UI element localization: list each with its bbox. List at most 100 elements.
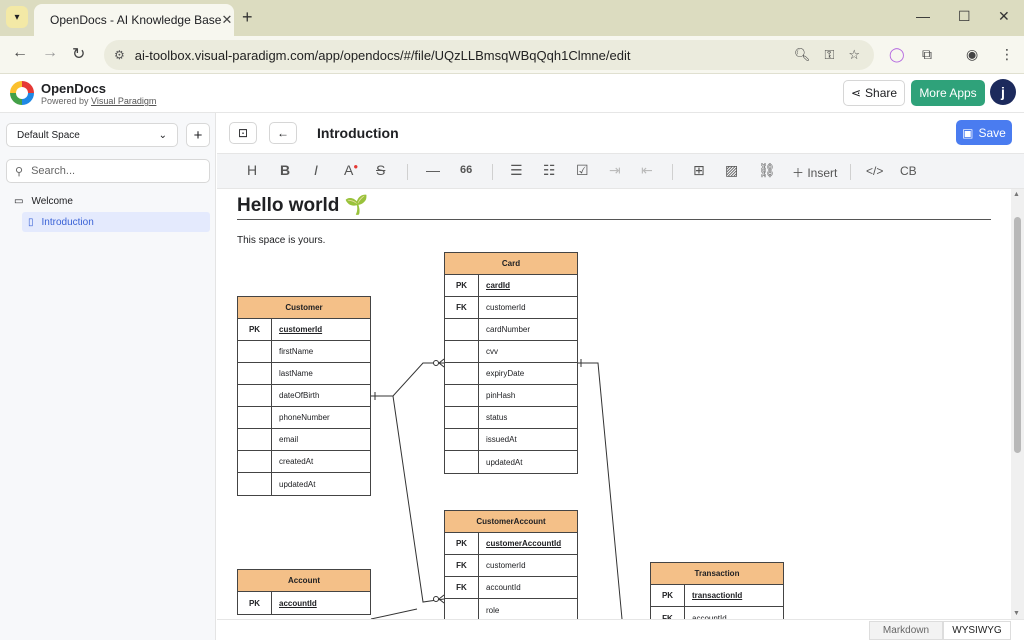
customer-card-relationship — [371, 362, 444, 397]
row-key — [238, 363, 272, 384]
close-tab-icon[interactable]: ✕ — [221, 12, 232, 28]
vertical-scrollbar[interactable]: ▲ ▼ — [1011, 189, 1024, 619]
forward-button[interactable]: → — [42, 44, 58, 62]
extensions-puzzle-icon[interactable]: ⧉ — [922, 46, 932, 63]
share-button[interactable]: ⋖ Share — [843, 80, 905, 106]
row-field: status — [486, 413, 508, 422]
document-icon: ▯ — [28, 216, 34, 228]
wysiwyg-mode-button[interactable]: WYSIWYG — [943, 621, 1011, 640]
back-button[interactable]: ← — [269, 122, 297, 144]
row-field: issuedAt — [486, 435, 517, 444]
sidebar-item-introduction[interactable]: ▯ Introduction — [22, 212, 210, 232]
reload-button[interactable]: ↻ — [72, 44, 85, 64]
formatting-toolbar: H B I A● S — 66 ☰ ☷ ☑ ⇥ ⇤ ⊞ ▨ ⛓ ＋ Insert… — [217, 153, 1024, 189]
sidebar: Default Space ⌄ + ⚲ Search... ▭ Welcome … — [0, 113, 216, 640]
strikethrough-button[interactable]: S — [376, 162, 385, 178]
row-key: PK — [445, 533, 479, 554]
scroll-up-icon[interactable]: ▲ — [1013, 191, 1020, 198]
row-field: createdAt — [279, 457, 314, 466]
extension-icon[interactable]: ◯ — [889, 46, 905, 63]
text-color-button[interactable]: A● — [344, 162, 358, 178]
back-button[interactable]: ← — [12, 44, 28, 62]
text-color-label: A — [344, 162, 354, 178]
user-avatar[interactable]: j — [990, 79, 1016, 105]
blockquote-button[interactable]: 66 — [460, 164, 472, 176]
entity-row: FK customerId — [445, 297, 577, 319]
markdown-mode-button[interactable]: Markdown — [869, 621, 943, 640]
entity-transaction[interactable]: Transaction PK transactionId FK accountId — [650, 562, 784, 619]
row-field: pinHash — [486, 391, 516, 400]
tab-search-button[interactable]: ▾ — [6, 6, 28, 28]
toolbar-divider — [407, 164, 408, 180]
row-field: cardId — [486, 281, 511, 290]
toggle-sidebar-button[interactable]: ⊡ — [229, 122, 257, 144]
entity-row: cardNumber — [445, 319, 577, 341]
zoom-icon[interactable]: 🔍︎ — [794, 47, 811, 63]
key-icon[interactable]: ⚿ — [824, 47, 834, 63]
entity-customer[interactable]: Customer PK customerId firstName lastName… — [237, 296, 371, 496]
entity-row: expiryDate — [445, 363, 577, 385]
site-info-icon[interactable]: ⚙ — [114, 48, 125, 62]
share-label: Share — [865, 86, 898, 100]
insert-button[interactable]: ＋ Insert — [792, 164, 837, 181]
scroll-down-icon[interactable]: ▼ — [1013, 610, 1020, 617]
row-field: firstName — [279, 347, 314, 356]
search-placeholder: Search... — [31, 165, 76, 177]
maximize-button[interactable]: ☐ — [958, 8, 971, 25]
entity-row: FK customerId — [445, 555, 577, 577]
italic-button[interactable]: I — [314, 162, 318, 178]
bookmark-star-icon[interactable]: ☆ — [848, 47, 860, 63]
numbered-list-icon[interactable]: ☷ — [543, 162, 556, 179]
entity-row: PK accountId — [238, 592, 370, 614]
toolbar-divider — [492, 164, 493, 180]
toolbar-divider — [850, 164, 851, 180]
editor-content[interactable]: Hello world 🌱 This space is yours. Card … — [217, 189, 1011, 619]
url-field[interactable]: ⚙ ai-toolbox.visual-paradigm.com/app/ope… — [104, 40, 874, 70]
heading-button[interactable]: H — [247, 162, 257, 178]
code-block-button[interactable]: CB — [900, 164, 917, 178]
entity-account[interactable]: Account PK accountId — [237, 569, 371, 615]
row-field: transactionId — [692, 591, 743, 600]
entity-row: FK accountId — [651, 607, 783, 619]
scrollbar-thumb[interactable] — [1014, 217, 1021, 453]
sidebar-item-welcome[interactable]: ▭ Welcome — [14, 196, 73, 207]
search-input[interactable]: ⚲ Search... — [6, 159, 210, 183]
arrow-left-icon: ← — [277, 126, 289, 140]
browser-tab[interactable]: OpenDocs - AI Knowledge Base ✕ — [34, 4, 234, 36]
opendocs-logo — [10, 81, 34, 105]
entity-row: PK transactionId — [651, 585, 783, 607]
browser-menu-icon[interactable]: ⋮ — [1000, 46, 1014, 63]
indent-icon[interactable]: ⇥ — [609, 162, 621, 179]
entity-card[interactable]: Card PK cardId FK customerId cardNumber cv… — [444, 252, 578, 474]
entity-row: updatedAt — [445, 451, 577, 473]
row-field: expiryDate — [486, 369, 525, 378]
outdent-icon[interactable]: ⇤ — [641, 162, 653, 179]
row-key: PK — [238, 592, 272, 614]
checklist-icon[interactable]: ☑ — [576, 162, 589, 179]
entity-customeraccount[interactable]: CustomerAccount PK customerAccountId FK cu… — [444, 510, 578, 619]
row-field: customerAccountId — [486, 539, 562, 548]
toolbar-divider — [672, 164, 673, 180]
more-apps-button[interactable]: More Apps — [911, 80, 985, 106]
account-customeraccount-relationship — [370, 608, 418, 619]
minimize-button[interactable]: — — [916, 8, 930, 24]
row-key: PK — [445, 275, 479, 296]
link-icon[interactable]: ⛓ — [758, 162, 776, 179]
space-selector[interactable]: Default Space ⌄ — [6, 123, 178, 147]
search-icon: ⚲ — [15, 165, 24, 178]
code-button[interactable]: </> — [866, 164, 883, 178]
close-window-button[interactable]: ✕ — [998, 8, 1010, 25]
sidebar-toggle-icon: ⊡ — [237, 126, 249, 140]
profile-icon[interactable]: ◉ — [966, 46, 978, 63]
bold-button[interactable]: B — [280, 162, 290, 178]
new-tab-button[interactable]: + — [242, 7, 253, 28]
bullet-list-icon[interactable]: ☰ — [510, 162, 523, 179]
row-field: customerId — [486, 303, 526, 312]
save-button[interactable]: ▣ Save — [956, 120, 1012, 145]
horizontal-rule-button[interactable]: — — [426, 162, 440, 178]
image-icon[interactable]: ▨ — [725, 162, 738, 179]
table-icon[interactable]: ⊞ — [693, 162, 705, 179]
powered-by: Powered by Visual Paradigm — [41, 96, 156, 106]
add-space-button[interactable]: + — [186, 123, 210, 147]
visual-paradigm-link[interactable]: Visual Paradigm — [91, 96, 156, 106]
